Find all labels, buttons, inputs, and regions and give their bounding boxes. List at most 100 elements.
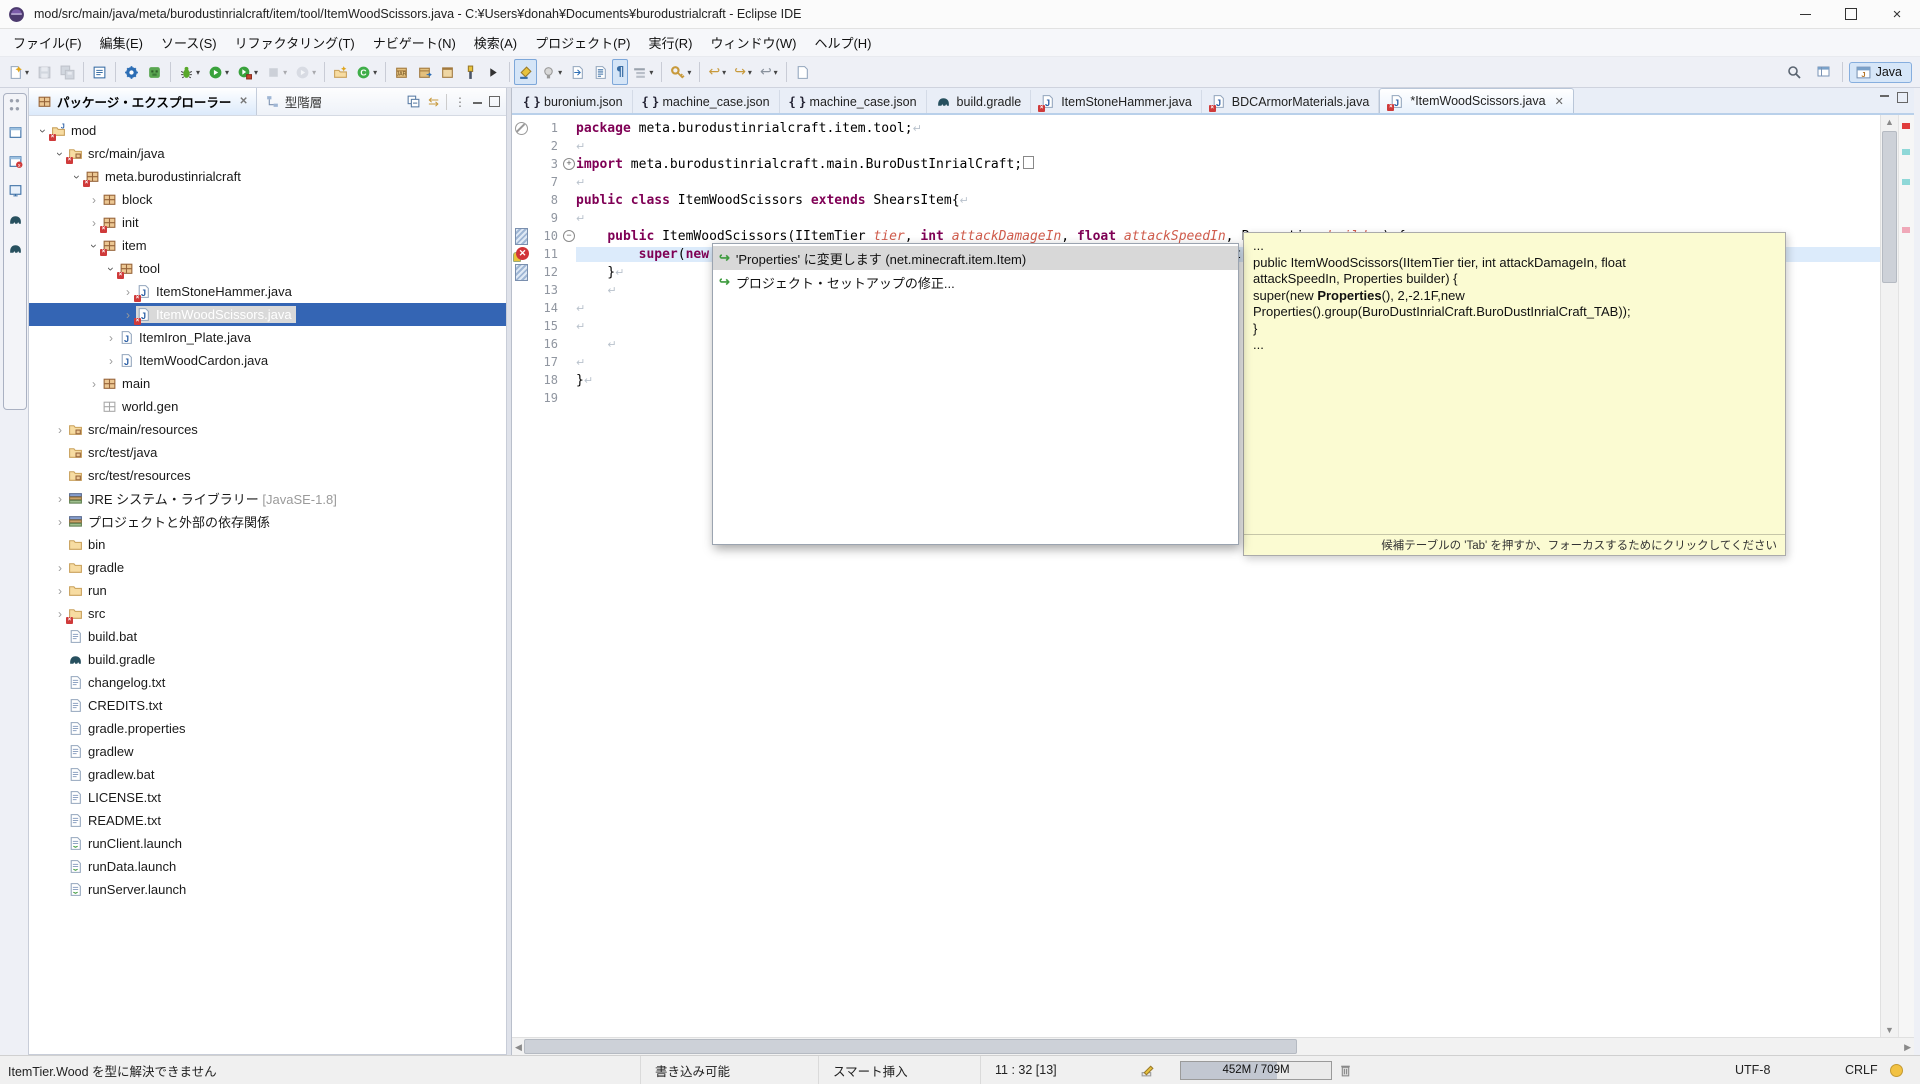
toolbar-save-all-button[interactable] <box>56 59 79 85</box>
tree-item-run[interactable]: ›run <box>29 579 506 602</box>
tree-item-src-test-java[interactable]: src/test/java <box>29 441 506 464</box>
tree-item-readme-txt[interactable]: README.txt <box>29 809 506 832</box>
toolbar-flashlight-button[interactable] <box>459 59 482 85</box>
collapse-all-icon[interactable] <box>406 94 421 109</box>
editor-tab-buronium-json[interactable]: { }buronium.json <box>514 90 633 113</box>
tree-item-src[interactable]: ›×src <box>29 602 506 625</box>
tree-item-rundata-launch[interactable]: runData.launch <box>29 855 506 878</box>
maximize-view-icon[interactable] <box>489 96 500 107</box>
expander-icon[interactable]: › <box>52 492 68 506</box>
code-line-8[interactable]: 8public class ItemWoodScissors extends S… <box>512 191 1880 209</box>
toolbar-jar-open-button[interactable] <box>436 59 459 85</box>
error-marker-icon[interactable]: ✕ <box>514 247 529 261</box>
toolbar-doc-lines-button[interactable] <box>589 59 612 85</box>
menu-w[interactable]: ウィンドウ(W) <box>702 29 806 56</box>
menu-e[interactable]: 編集(E) <box>91 29 152 56</box>
editor-tab-bdcarmormaterials-java[interactable]: J×BDCArmorMaterials.java <box>1202 90 1380 113</box>
toolbar-new-java-project-button[interactable] <box>329 59 352 85</box>
code-line-3[interactable]: 3+import meta.burodustinrialcraft.main.B… <box>512 155 1880 173</box>
tree-item-build-bat[interactable]: build.bat <box>29 625 506 648</box>
tree-item-item[interactable]: ›プロジェクトと外部の依存関係 <box>29 510 506 533</box>
tree-item-init[interactable]: ›×init <box>29 211 506 234</box>
toolbar-gear-button[interactable] <box>120 59 143 85</box>
tree-item-jre[interactable]: ›JRE システム・ライブラリー [JavaSE-1.8] <box>29 487 506 510</box>
expander-icon[interactable]: › <box>52 423 68 437</box>
menu-a[interactable]: 検索(A) <box>465 29 526 56</box>
overview-error-marker[interactable] <box>1902 123 1910 129</box>
expander-icon[interactable]: › <box>52 561 68 575</box>
close-button[interactable]: × <box>1874 0 1920 28</box>
expander-icon[interactable]: › <box>103 354 119 368</box>
toolbar-save-button[interactable] <box>33 59 56 85</box>
tree-item-runserver-launch[interactable]: runServer.launch <box>29 878 506 901</box>
rail-problems-view-button[interactable]: x <box>5 151 25 171</box>
search-button[interactable] <box>1782 59 1806 85</box>
scroll-right-icon[interactable]: ▶ <box>1904 1040 1911 1054</box>
view-menu-icon[interactable]: ⋮ <box>454 96 466 108</box>
rail-console-view-button[interactable] <box>5 180 25 200</box>
toolbar-minecraft-button[interactable] <box>143 59 166 85</box>
editor-tab-machine-case-json[interactable]: { }machine_case.json <box>780 90 927 113</box>
vertical-scroll-thumb[interactable] <box>1882 131 1897 283</box>
expander-icon[interactable]: › <box>86 193 102 207</box>
code-line-9[interactable]: 9↵ <box>512 209 1880 227</box>
close-tab-icon[interactable]: ✕ <box>1555 95 1564 108</box>
menu-p[interactable]: プロジェクト(P) <box>526 29 639 56</box>
quickfix-item-properties-net-minecraft-item-[interactable]: ↪'Properties' に変更します (net.minecraft.item… <box>713 246 1238 270</box>
expander-icon[interactable]: › <box>104 261 118 277</box>
rail-gradle-executions-view-button[interactable] <box>5 238 25 258</box>
toolbar-new-class-button[interactable]: C▾ <box>352 59 381 85</box>
tree-item-main[interactable]: ›main <box>29 372 506 395</box>
toolbar-key-button[interactable]: ▾ <box>666 59 695 85</box>
tooltip-footer-hint[interactable]: 候補テーブルの 'Tab' を押すか、フォーカスするためにクリックしてください <box>1244 534 1785 555</box>
tree-item-credits-txt[interactable]: CREDITS.txt <box>29 694 506 717</box>
java-perspective-button[interactable]: J Java <box>1849 62 1912 83</box>
toolbar-stop-button[interactable]: ▾ <box>262 59 291 85</box>
tree-item-build-gradle[interactable]: build.gradle <box>29 648 506 671</box>
toolbar-doc-arrow-button[interactable] <box>566 59 589 85</box>
fold-toggle-icon[interactable]: + <box>563 158 575 170</box>
editor-tab-itemstonehammer-java[interactable]: J×ItemStoneHammer.java <box>1031 90 1202 113</box>
expander-icon[interactable]: › <box>52 515 68 529</box>
toolbar-mark-occurrences-button[interactable] <box>514 59 537 85</box>
toolbar-debug-button[interactable]: ▾ <box>175 59 204 85</box>
toolbar-linked-file-button[interactable] <box>791 59 814 85</box>
rail-restore-view-button[interactable] <box>5 122 25 142</box>
toolbar-run-external-button[interactable]: ▾ <box>233 59 262 85</box>
menu-r[interactable]: 実行(R) <box>639 29 701 56</box>
tree-item-gradlew[interactable]: gradlew <box>29 740 506 763</box>
toolbar-new-wizard-button[interactable]: ▾ <box>4 59 33 85</box>
tree-item-itemstonehammer-java[interactable]: ›J×ItemStoneHammer.java <box>29 280 506 303</box>
toolbar-next-annotation-button[interactable] <box>482 59 505 85</box>
editor-tab-machine-case-json[interactable]: { }machine_case.json <box>633 90 780 113</box>
scroll-left-icon[interactable]: ◀ <box>515 1040 522 1054</box>
expander-icon[interactable]: › <box>53 146 67 162</box>
vertical-scrollbar[interactable]: ▲ ▼ <box>1880 115 1898 1037</box>
tab-type-hierarchy[interactable]: 型階層 <box>257 88 331 115</box>
overview-occurrence-marker[interactable] <box>1902 179 1910 185</box>
quickfix-item-item[interactable]: ↪プロジェクト・セットアップの修正... <box>713 270 1238 294</box>
code-line-7[interactable]: 7↵ <box>512 173 1880 191</box>
minimize-view-icon[interactable] <box>473 99 482 104</box>
tree-item-tool[interactable]: ›×tool <box>29 257 506 280</box>
tab-package-explorer[interactable]: パッケージ・エクスプローラー ✕ <box>29 88 257 115</box>
tree-item-itemwoodcardon-java[interactable]: ›JItemWoodCardon.java <box>29 349 506 372</box>
toolbar-segments-button[interactable]: ▾ <box>628 59 657 85</box>
tree-item-src-test-resources[interactable]: src/test/resources <box>29 464 506 487</box>
toolbar-last-edit-button[interactable]: ↩▾ <box>756 59 782 85</box>
link-with-editor-icon[interactable]: ⇆ <box>428 95 439 108</box>
tree-item-item[interactable]: ›×item <box>29 234 506 257</box>
tree-item-itemwoodscissors-java[interactable]: ›J×ItemWoodScissors.java <box>29 303 506 326</box>
toolbar-jar-export-button[interactable] <box>413 59 436 85</box>
expander-icon[interactable]: › <box>36 123 50 139</box>
expander-icon[interactable]: › <box>103 331 119 345</box>
tree-item-meta-burodustinrialcraft[interactable]: ›×meta.burodustinrialcraft <box>29 165 506 188</box>
expander-icon[interactable]: › <box>70 169 84 185</box>
tree-item-gradle[interactable]: ›gradle <box>29 556 506 579</box>
toolbar-jar-button[interactable]: JAR <box>390 59 413 85</box>
menu-n[interactable]: ナビゲート(N) <box>364 29 465 56</box>
horizontal-scrollbar[interactable]: ◀ ▶ <box>512 1037 1914 1055</box>
menu-h[interactable]: ヘルプ(H) <box>805 29 880 56</box>
code-line-1[interactable]: 1package meta.burodustinrialcraft.item.t… <box>512 119 1880 137</box>
close-view-icon[interactable]: ✕ <box>239 96 247 107</box>
